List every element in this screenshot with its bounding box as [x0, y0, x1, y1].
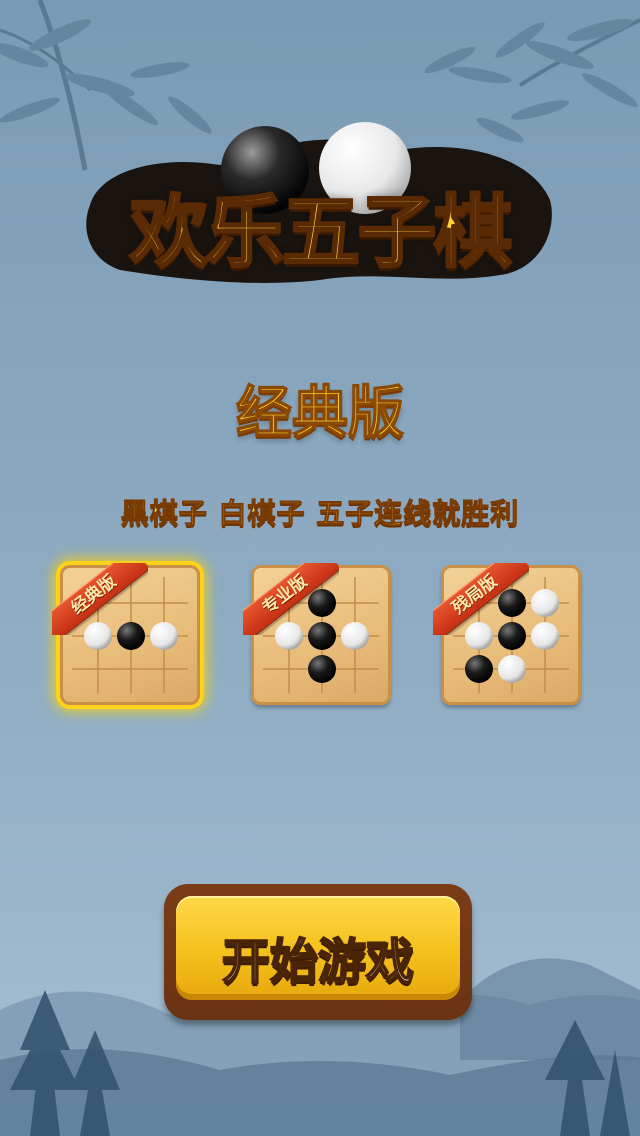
game-logo: 欢乐五子棋	[80, 110, 560, 290]
ribbon-classic: 经典版	[52, 563, 148, 635]
board-endgame[interactable]: 残局版	[433, 563, 581, 705]
ribbon-professional: 专业版	[243, 563, 339, 635]
board-classic[interactable]: 经典版	[52, 563, 200, 705]
logo-title: 欢乐五子棋	[128, 186, 513, 280]
start-button-label: 开始游戏	[221, 933, 415, 991]
ribbon-label: 经典版	[52, 563, 148, 635]
start-game-button[interactable]: 开始游戏	[164, 884, 472, 1020]
mode-title: 经典版	[235, 379, 405, 447]
start-button-face: 开始游戏	[176, 896, 460, 1000]
ribbon-endgame: 残局版	[433, 563, 529, 635]
ribbon-label: 专业版	[243, 563, 339, 635]
board-professional[interactable]: 专业版	[243, 563, 391, 705]
mode-description: 黑棋子 白棋子 五子连线就胜利	[120, 497, 520, 531]
ribbon-label: 残局版	[433, 563, 529, 635]
